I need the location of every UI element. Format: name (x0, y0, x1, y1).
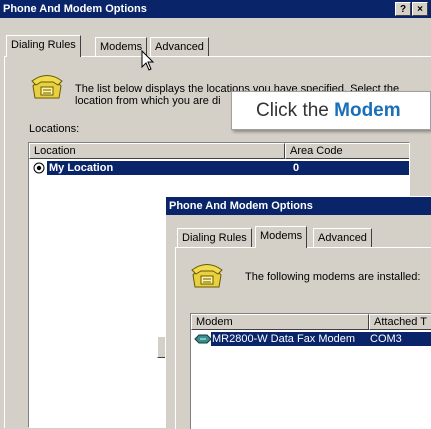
back-title-bar: Phone And Modem Options (0, 0, 431, 18)
modem-cell: MR2800-W Data Fax Modem (211, 332, 369, 346)
instruction-callout: Click the Modem (231, 91, 431, 130)
area-code-cell: 0 (285, 161, 409, 175)
phone-icon (191, 264, 223, 288)
back-button-fragment (157, 336, 165, 358)
tab-dialing-rules[interactable]: Dialing Rules (6, 35, 81, 57)
modem-column-header[interactable]: Modem (191, 314, 369, 330)
modems-list[interactable]: Modem Attached T MR2800-W Data Fax Modem… (190, 313, 431, 429)
front-tab-dialing-rules[interactable]: Dialing Rules (177, 228, 252, 248)
back-window-title: Phone And Modem Options (3, 3, 147, 15)
front-tab-advanced[interactable]: Advanced (313, 228, 372, 248)
location-cell: My Location (47, 161, 285, 175)
front-tab-modems[interactable]: Modems (255, 226, 308, 248)
front-title-bar: Phone And Modem Options (166, 197, 431, 215)
area-code-column-header[interactable]: Area Code (285, 143, 409, 159)
table-row[interactable]: MR2800-W Data Fax Modem COM3 (191, 332, 431, 346)
tab-advanced[interactable]: Advanced (150, 37, 209, 57)
tab-advanced-label: Advanced (155, 41, 204, 53)
locations-label: Locations: (29, 123, 80, 135)
tab-dialing-rules-label: Dialing Rules (11, 39, 76, 51)
phone-icon (31, 75, 63, 99)
help-button[interactable]: ? (395, 2, 411, 16)
tab-modems[interactable]: Modems (95, 37, 148, 57)
attached-to-cell: COM3 (369, 332, 431, 346)
radio-selected-icon (33, 162, 45, 174)
mouse-pointer-icon (141, 50, 155, 71)
table-row[interactable]: My Location 0 (29, 161, 409, 175)
front-window-title: Phone And Modem Options (169, 200, 313, 212)
tab-modems-label: Modems (100, 41, 143, 53)
modems-installed-text: The following modems are installed: (245, 271, 421, 283)
location-column-header[interactable]: Location (29, 143, 285, 159)
callout-emphasis: Modem (334, 100, 401, 121)
modem-icon (194, 334, 212, 344)
attached-to-column-header[interactable]: Attached T (369, 314, 431, 330)
close-button[interactable]: × (412, 2, 428, 16)
locations-description-2: location from which you are di (75, 95, 221, 107)
callout-prefix: Click the (256, 100, 335, 121)
front-window: Phone And Modem Options Dialing Rules Mo… (165, 196, 431, 429)
